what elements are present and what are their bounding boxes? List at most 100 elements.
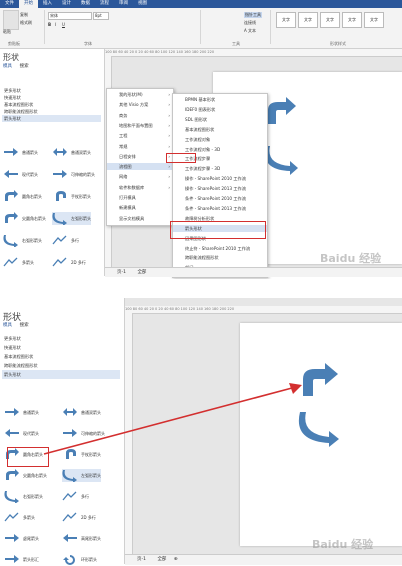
bottom-shape-4-right[interactable]: 多行 bbox=[62, 490, 89, 503]
top-shape-5-left[interactable]: 多箭头 bbox=[3, 256, 34, 269]
text-tool-button[interactable]: A 文本 bbox=[244, 28, 256, 34]
bottom-shape-7-left[interactable]: 箭头形汇 bbox=[4, 553, 39, 566]
menu1-item-6[interactable]: 日程安排 › bbox=[107, 153, 173, 160]
bottom-tab-stencils[interactable]: 模具 bbox=[3, 323, 12, 328]
top-shape-3-left[interactable]: 尖圆角右箭头 bbox=[3, 212, 46, 225]
bottom-all-pages-button[interactable]: 全部 bbox=[157, 557, 166, 562]
ribbon-tab-5[interactable]: 流程 bbox=[95, 0, 114, 8]
top-page-tab[interactable]: 页-1 bbox=[117, 270, 126, 275]
format-painter-button[interactable]: 格式刷 bbox=[20, 20, 32, 26]
menu2-item-15[interactable]: 终止符 - SharePoint 2010 工作流 bbox=[173, 245, 267, 252]
top-shape-2-right[interactable]: 手杖形箭头 bbox=[52, 190, 91, 203]
style-swatch-3[interactable]: 文字 bbox=[320, 12, 340, 28]
bottom-shape-5-right[interactable]: 2D 多行 bbox=[62, 511, 96, 524]
bottom-add-page-icon[interactable]: ⊕ bbox=[174, 557, 178, 562]
top-shape-4-right[interactable]: 多行 bbox=[52, 234, 79, 247]
top-category-2[interactable]: 基本流程图形状 bbox=[2, 101, 101, 108]
bottom-shape-6-left[interactable]: 虚尾箭头 bbox=[4, 532, 39, 545]
top-tab-search[interactable]: 搜索 bbox=[20, 64, 29, 69]
italic-button[interactable]: I bbox=[55, 22, 56, 27]
top-category-1[interactable]: 快速形状 bbox=[2, 94, 101, 101]
menu1-item-3[interactable]: 地图和平面布置图 › bbox=[107, 122, 173, 129]
menu2-item-4[interactable]: 工作流程对象 bbox=[173, 136, 267, 143]
menu2-item-10[interactable]: 条件 - SharePoint 2010 工作流 bbox=[173, 195, 267, 202]
bottom-shape-3-left[interactable]: 尖圆角右箭头 bbox=[4, 469, 47, 482]
ribbon-tab-1[interactable]: 开始 bbox=[19, 0, 38, 8]
bottom-shape-4-left[interactable]: 右弧形箭头 bbox=[4, 490, 43, 503]
bottom-category-4[interactable]: 箭头形状 bbox=[2, 370, 120, 379]
top-shape-0-right[interactable]: 普通双箭头 bbox=[52, 146, 91, 159]
style-swatch-4[interactable]: 文字 bbox=[342, 12, 362, 28]
menu2-item-7[interactable]: 工作流程步骤 - 3D bbox=[173, 165, 267, 172]
top-shape-0-left[interactable]: 普通箭头 bbox=[3, 146, 38, 159]
connector-button[interactable]: 连接线 bbox=[244, 20, 256, 26]
ribbon-tab-7[interactable]: 视图 bbox=[133, 0, 152, 8]
top-category-4[interactable]: 箭头形状 bbox=[2, 115, 101, 122]
style-swatch-2[interactable]: 文字 bbox=[298, 12, 318, 28]
font-size-select[interactable]: 8pt bbox=[93, 12, 109, 20]
bottom-shape-3-right[interactable]: 左弧形箭头 bbox=[62, 469, 101, 482]
menu2-item-11[interactable]: 条件 - SharePoint 2013 工作流 bbox=[173, 205, 267, 212]
bottom-tab-search[interactable]: 搜索 bbox=[20, 323, 29, 328]
ribbon-tab-6[interactable]: 审阅 bbox=[114, 0, 133, 8]
bottom-page-tab[interactable]: 页-1 bbox=[137, 557, 146, 562]
menu1-item-2[interactable]: 商务 › bbox=[107, 112, 173, 119]
bottom-shape-6-right[interactable]: 高尾形箭头 bbox=[62, 532, 101, 545]
menu1-item-label: 流程图 bbox=[119, 164, 132, 170]
ribbon-tab-0[interactable]: 文件 bbox=[0, 0, 19, 8]
bottom-category-3[interactable]: 跨职能流程图形状 bbox=[2, 361, 120, 370]
bold-button[interactable]: B bbox=[48, 22, 51, 27]
top-shape-4-left[interactable]: 右弧形箭头 bbox=[3, 234, 42, 247]
menu2-item-1[interactable]: IDEF0 图表形状 bbox=[173, 106, 267, 113]
style-swatch-1[interactable]: 文字 bbox=[276, 12, 296, 28]
menu1-item-1[interactable]: 其他 Visio 方案 › bbox=[107, 101, 173, 108]
top-category-0[interactable]: 更多形状 bbox=[2, 87, 101, 94]
menu1-item-4[interactable]: 工程 › bbox=[107, 132, 173, 139]
font-group-label: 字体 bbox=[84, 41, 92, 46]
menu2-item-2[interactable]: SDL 图形状 bbox=[173, 116, 267, 123]
style-swatch-5[interactable]: 文字 bbox=[364, 12, 384, 28]
menu1-item-5[interactable]: 常规 › bbox=[107, 143, 173, 150]
menu2-item-9[interactable]: 操作 - SharePoint 2013 工作流 bbox=[173, 185, 267, 192]
bottom-shape-5-left[interactable]: 多箭头 bbox=[4, 511, 35, 524]
bottom-shape-1-left[interactable]: 现代箭头 bbox=[4, 427, 39, 440]
top-tab-stencils[interactable]: 模具 bbox=[3, 64, 12, 69]
paste-button[interactable] bbox=[3, 10, 19, 30]
menu2-item-label: BPMN 基本形状 bbox=[185, 97, 216, 102]
menu1-item-10[interactable]: 打开模具 bbox=[107, 194, 173, 201]
menu2-item-8[interactable]: 操作 - SharePoint 2010 工作流 bbox=[173, 175, 267, 182]
menu1-item-9[interactable]: 软件和数据库 › bbox=[107, 184, 173, 191]
menu1-item-8[interactable]: 网络 › bbox=[107, 173, 173, 180]
style-swatch-1-label: 文字 bbox=[282, 17, 290, 22]
top-shape-5-right[interactable]: 2D 多行 bbox=[52, 256, 86, 269]
menu1-item-12[interactable]: 显示文档模具 bbox=[107, 215, 173, 222]
menu2-item-5[interactable]: 工作流程对象 - 3D bbox=[173, 146, 267, 153]
font-name-select[interactable]: 宋体 bbox=[48, 12, 92, 20]
ribbon-tab-2[interactable]: 插入 bbox=[38, 0, 57, 8]
top-category-3[interactable]: 跨职能流程图形状 bbox=[2, 108, 101, 115]
bottom-shape-7-right[interactable]: 环形箭头 bbox=[62, 553, 97, 566]
ribbon-tab-4[interactable]: 数据 bbox=[76, 0, 95, 8]
bottom-category-1[interactable]: 快速形状 bbox=[2, 343, 120, 352]
bottom-category-2[interactable]: 基本流程图形状 bbox=[2, 352, 120, 361]
pointer-tool-button[interactable]: 指针工具 bbox=[244, 12, 262, 18]
top-all-pages-button[interactable]: 全部 bbox=[137, 270, 146, 275]
copy-button[interactable]: 复制 bbox=[20, 12, 28, 18]
menu2-item-3[interactable]: 基本流程图形状 bbox=[173, 126, 267, 133]
menu2-item-16[interactable]: 跨职能流程图形状 bbox=[173, 254, 267, 261]
top-shape-1-left[interactable]: 现代箭头 bbox=[3, 168, 38, 181]
top-rounded-right-arrow[interactable] bbox=[264, 96, 300, 126]
top-left-curved-arrow[interactable] bbox=[264, 144, 300, 178]
bottom-shape-0-left[interactable]: 普通箭头 bbox=[4, 406, 39, 419]
menu1-item-7[interactable]: 流程图 › bbox=[107, 163, 173, 171]
menu1-item-0[interactable]: 我的形状(M) › bbox=[107, 91, 173, 98]
ribbon-tab-3[interactable]: 设计 bbox=[57, 0, 76, 8]
menu2-item-0[interactable]: BPMN 基本形状 bbox=[173, 96, 267, 103]
top-shape-1-right[interactable]: 可伸缩的箭头 bbox=[52, 168, 95, 181]
top-shape-2-left[interactable]: 圆角右箭头 bbox=[3, 190, 42, 203]
top-shape-3-right[interactable]: 左弧形箭头 bbox=[52, 212, 91, 225]
underline-button[interactable]: U bbox=[62, 22, 65, 27]
menu1-item-11[interactable]: 新建模具 bbox=[107, 204, 173, 211]
bottom-category-0[interactable]: 更多形状 bbox=[2, 334, 120, 343]
top-shape-label: 左弧形箭头 bbox=[71, 215, 91, 221]
